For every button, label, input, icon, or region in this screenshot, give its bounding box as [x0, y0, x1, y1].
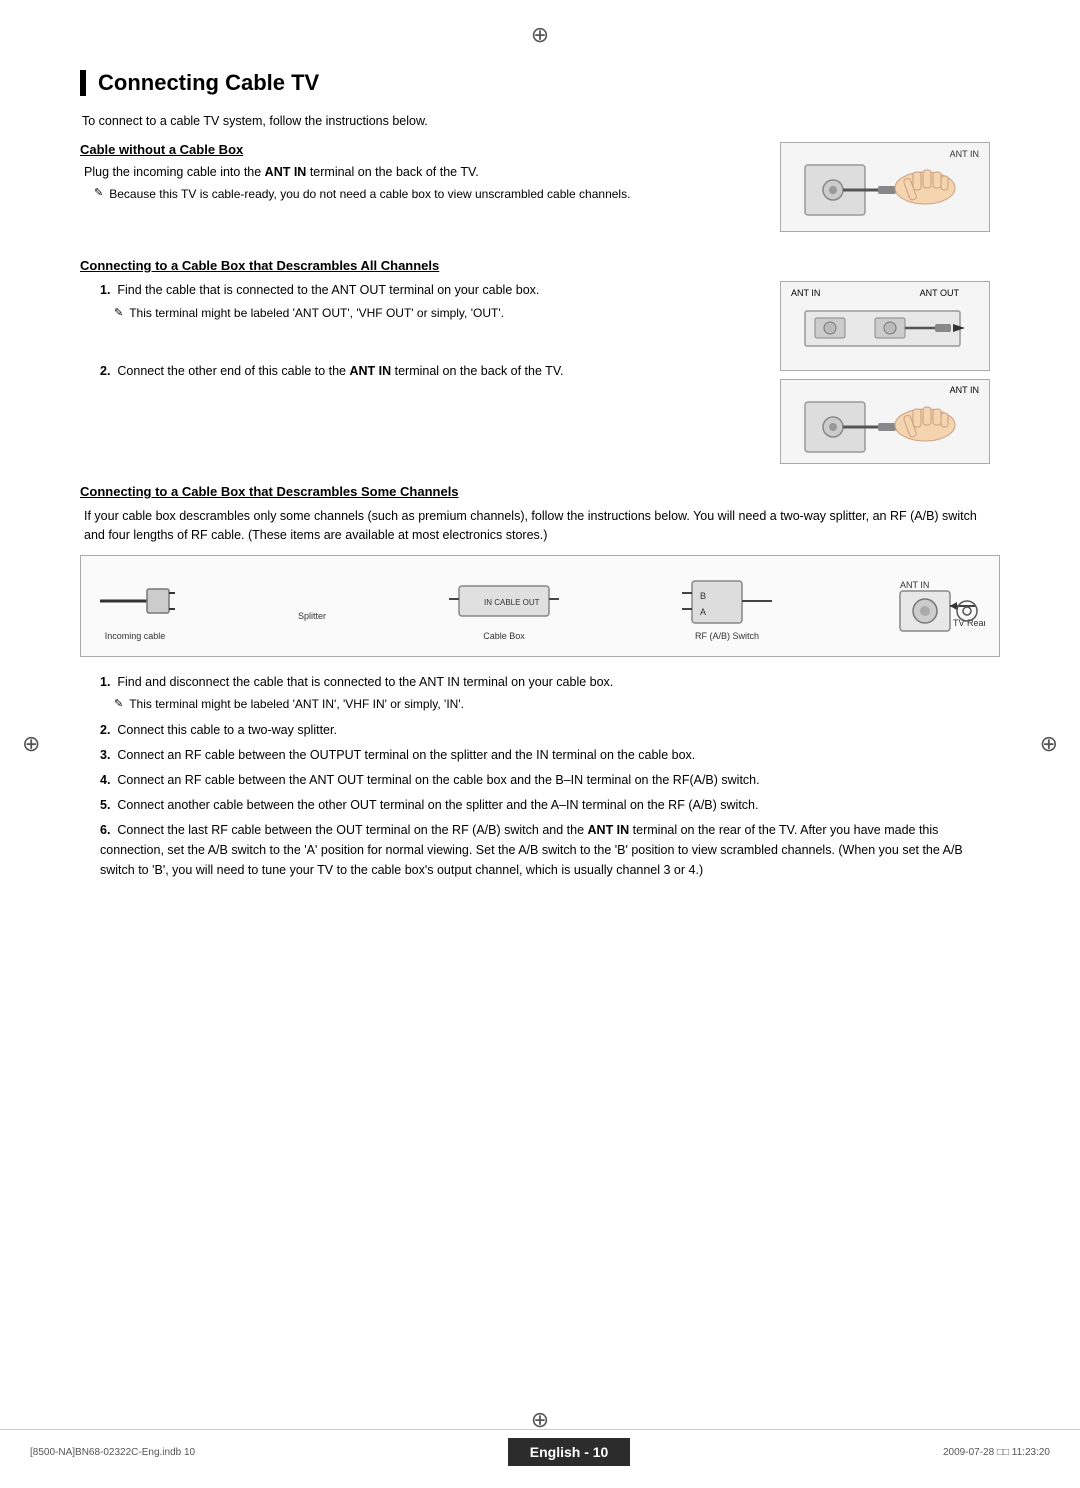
section2-note1: ✎ This terminal might be labeled 'ANT OU… [114, 304, 760, 322]
footer-center: English - 10 [508, 1438, 631, 1466]
note-icon: ✎ [94, 186, 103, 199]
splitter-label: Splitter [298, 611, 326, 621]
section1-heading: Cable without a Cable Box [80, 142, 760, 157]
section3-step3: 3. Connect an RF cable between the OUTPU… [100, 746, 1000, 765]
section3-intro: If your cable box descrambles only some … [84, 507, 1000, 545]
svg-text:ANT IN: ANT IN [900, 580, 929, 590]
section3-steps: 1. Find and disconnect the cable that is… [100, 673, 1000, 881]
page-content: Connecting Cable TV To connect to a cabl… [0, 0, 1080, 1488]
section1-body: Plug the incoming cable into the ANT IN … [84, 165, 760, 179]
page-title: Connecting Cable TV [80, 70, 1000, 96]
intro-text: To connect to a cable TV system, follow … [82, 114, 1000, 128]
cd-splitter: Splitter [298, 611, 326, 621]
svg-text:B: B [700, 591, 706, 601]
section1-image: ANT IN [780, 142, 990, 232]
section3-step6: 6. Connect the last RF cable between the… [100, 820, 1000, 880]
page-title-text: Connecting Cable TV [98, 70, 319, 96]
section3-step4-text: Connect an RF cable between the ANT OUT … [117, 773, 759, 787]
section2-text: 1. Find the cable that is connected to t… [80, 281, 780, 464]
cd-cablebox: IN CABLE OUT Cable Box [449, 571, 559, 641]
tv-rear-svg: ANT IN TV Rear [895, 576, 985, 636]
rf-switch-label: RF (A/B) Switch [695, 631, 759, 641]
ant-out-label: ANT OUT [920, 288, 959, 298]
section1: Cable without a Cable Box Plug the incom… [80, 142, 1000, 240]
section2-layout: 1. Find the cable that is connected to t… [80, 281, 1000, 464]
section3-note1: ✎ This terminal might be labeled 'ANT IN… [114, 695, 1000, 713]
section3-step1-note: This terminal might be labeled 'ANT IN',… [129, 695, 464, 713]
section1-note: Because this TV is cable-ready, you do n… [109, 185, 630, 203]
section2-images: ANT IN ANT OUT [780, 281, 1000, 464]
incoming-cable-label: Incoming cable [105, 631, 166, 641]
section3-step1: 1. Find and disconnect the cable that is… [100, 673, 1000, 714]
section1-note-row: ✎ Because this TV is cable-ready, you do… [94, 185, 760, 203]
section2-image1: ANT IN ANT OUT [780, 281, 990, 371]
ant-in-label3: ANT IN [950, 385, 979, 395]
section2-image2: ANT IN [780, 379, 990, 464]
hand-plug-diagram-1 [795, 150, 975, 225]
note-icon-s2: ✎ [114, 305, 123, 322]
hand-plug-diagram-2 [795, 387, 975, 457]
section2-step2: 2. Connect the other end of this cable t… [100, 362, 760, 381]
cd-incoming: Incoming cable [95, 571, 175, 641]
svg-text:TV Rear: TV Rear [953, 618, 985, 628]
ant-in-label2: ANT IN [791, 288, 820, 298]
cable-box-diagram [795, 296, 975, 356]
section2-step1: 1. Find the cable that is connected to t… [100, 281, 760, 322]
ant-in-label: ANT IN [950, 149, 979, 159]
cd-rfswitch: B A RF (A/B) Switch [682, 571, 772, 641]
section3-step2-text: Connect this cable to a two-way splitter… [117, 723, 337, 737]
section3-heading: Connecting to a Cable Box that Descrambl… [80, 484, 1000, 499]
section2: Connecting to a Cable Box that Descrambl… [80, 258, 1000, 464]
footer-right: 2009-07-28 □□ 11:23:20 [943, 1447, 1050, 1458]
cable-diagram: Incoming cable Splitter IN CABLE OUT [80, 555, 1000, 657]
rf-switch-svg: B A [682, 571, 772, 631]
section3-step5: 5. Connect another cable between the oth… [100, 796, 1000, 815]
cd-tvrear: ANT IN TV Rear [895, 576, 985, 636]
svg-text:A: A [700, 607, 706, 617]
section3-step5-text: Connect another cable between the other … [117, 798, 758, 812]
section3-step4: 4. Connect an RF cable between the ANT O… [100, 771, 1000, 790]
section2-step1-note: This terminal might be labeled 'ANT OUT'… [129, 304, 504, 322]
incoming-cable-svg [95, 571, 175, 631]
section3-step2: 2. Connect this cable to a two-way split… [100, 721, 1000, 740]
section2-steps: 1. Find the cable that is connected to t… [100, 281, 760, 381]
section1-text: Cable without a Cable Box Plug the incom… [80, 142, 780, 240]
cable-box-label: Cable Box [483, 631, 525, 641]
note-icon-s3-1: ✎ [114, 696, 123, 713]
footer-left: [8500-NA]BN68-02322C-Eng.indb 10 [30, 1447, 195, 1458]
section1-image-col: ANT IN [780, 142, 1000, 240]
section3: Connecting to a Cable Box that Descrambl… [80, 484, 1000, 880]
cable-diagram-inner: Incoming cable Splitter IN CABLE OUT [95, 566, 985, 646]
page-footer: [8500-NA]BN68-02322C-Eng.indb 10 English… [0, 1429, 1080, 1466]
section3-step3-text: Connect an RF cable between the OUTPUT t… [117, 748, 695, 762]
cablebox-svg: IN CABLE OUT [449, 571, 559, 631]
svg-text:IN CABLE OUT: IN CABLE OUT [484, 598, 540, 607]
section2-heading: Connecting to a Cable Box that Descrambl… [80, 258, 1000, 273]
